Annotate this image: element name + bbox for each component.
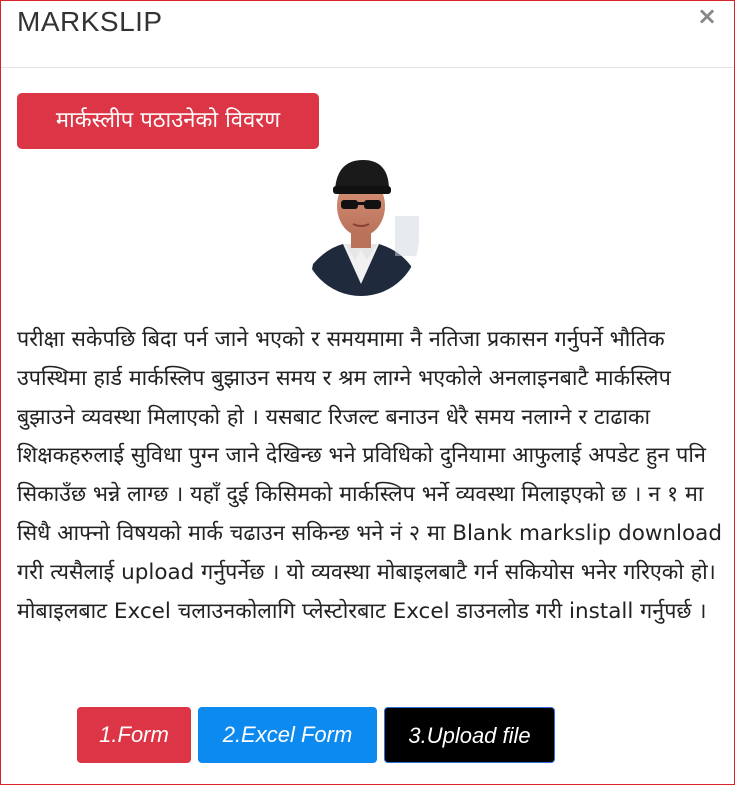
upload-file-button[interactable]: 3.Upload file [384,707,555,763]
excel-form-button[interactable]: 2.Excel Form [198,707,377,763]
close-icon[interactable]: × [694,1,720,31]
sender-details-button[interactable]: मार्कस्लीप पठाउनेको विवरण [17,93,319,149]
avatar [303,156,419,296]
form-button[interactable]: 1.Form [77,707,191,763]
markslip-description: परीक्षा सकेपछि बिदा पर्न जाने भएको र समय… [17,327,723,624]
modal-title: MARKSLIP [17,6,163,37]
markslip-modal: MARKSLIP × मार्कस्लीप पठाउनेको विवरण परी… [0,0,735,785]
modal-header: MARKSLIP × [1,1,734,68]
person-photo-icon [303,156,419,296]
